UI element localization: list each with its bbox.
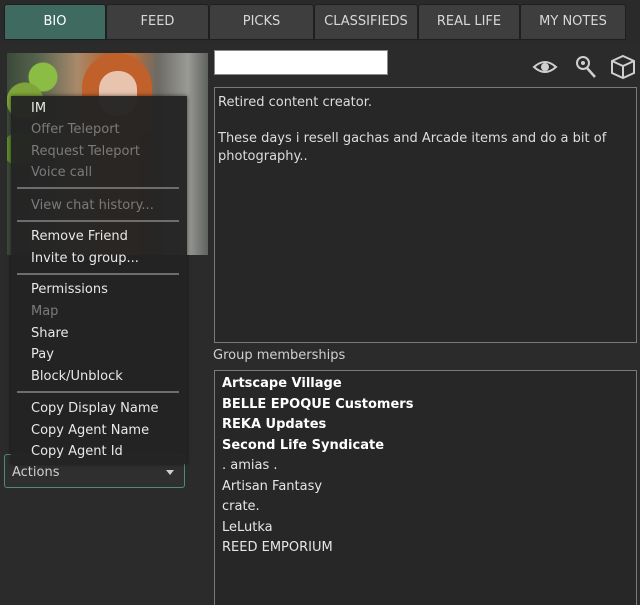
group-item[interactable]: Second Life Syndicate (222, 436, 629, 457)
menu-item-pay[interactable]: Pay (31, 347, 54, 362)
group-item[interactable]: . amias . (222, 456, 629, 477)
menu-item-map[interactable]: Map (31, 304, 58, 319)
group-item[interactable]: REKA Updates (222, 415, 629, 436)
menu-item-invite-to-group[interactable]: Invite to group... (31, 251, 139, 266)
menu-item-view-chat-history[interactable]: View chat history... (31, 198, 154, 213)
group-item[interactable]: BELLE EPOQUE Customers (222, 395, 629, 416)
group-memberships-label: Group memberships (213, 348, 346, 363)
group-item[interactable]: Artisan Fantasy (222, 477, 629, 498)
actions-label: Actions (12, 465, 60, 480)
menu-item-share[interactable]: Share (31, 326, 69, 341)
menu-item-copy-agent-name[interactable]: Copy Agent Name (31, 423, 149, 438)
tab-picks[interactable]: PICKS (209, 4, 314, 40)
chevron-down-icon (166, 470, 174, 475)
tab-bio[interactable]: BIO (4, 4, 106, 40)
display-name-field[interactable] (214, 50, 388, 75)
menu-item-offer-teleport[interactable]: Offer Teleport (31, 122, 120, 137)
menu-separator (17, 187, 179, 189)
menu-item-voice-call[interactable]: Voice call (31, 165, 92, 180)
menu-item-permissions[interactable]: Permissions (31, 282, 108, 297)
menu-item-copy-agent-id[interactable]: Copy Agent Id (31, 444, 123, 459)
tab-my-notes[interactable]: MY NOTES (520, 4, 626, 40)
menu-item-request-teleport[interactable]: Request Teleport (31, 144, 140, 159)
menu-item-copy-display-name[interactable]: Copy Display Name (31, 401, 159, 416)
map-pin-icon[interactable] (572, 54, 598, 80)
tab-classifieds[interactable]: CLASSIFIEDS (314, 4, 418, 40)
menu-item-im[interactable]: IM (31, 101, 46, 116)
group-item[interactable]: REED EMPORIUM (222, 538, 629, 559)
bio-text[interactable]: Retired content creator. These days i re… (214, 87, 637, 343)
tab-real-life[interactable]: REAL LIFE (418, 4, 520, 40)
menu-separator (17, 220, 179, 222)
group-item[interactable]: LeLutka (222, 518, 629, 539)
actions-menu: IM Offer Teleport Request Teleport Voice… (11, 96, 187, 464)
group-item[interactable]: Artscape Village (222, 374, 629, 395)
menu-separator (17, 273, 179, 275)
group-memberships-list[interactable]: Artscape Village BELLE EPOQUE Customers … (214, 370, 637, 605)
menu-item-block-unblock[interactable]: Block/Unblock (31, 369, 123, 384)
cube-icon[interactable] (610, 54, 636, 80)
tab-bar: BIO FEED PICKS CLASSIFIEDS REAL LIFE MY … (0, 0, 640, 43)
eye-icon[interactable] (532, 54, 558, 80)
menu-item-remove-friend[interactable]: Remove Friend (31, 229, 128, 244)
tab-feed[interactable]: FEED (106, 4, 209, 40)
group-item[interactable]: crate. (222, 497, 629, 518)
menu-separator (17, 391, 179, 393)
